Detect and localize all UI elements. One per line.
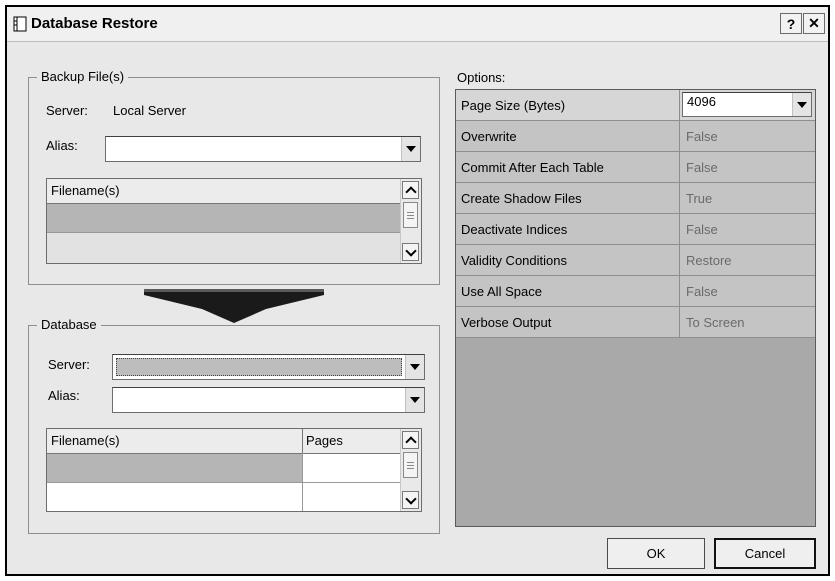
database-server-value bbox=[116, 358, 402, 376]
database-grid-col-pages: Pages bbox=[306, 433, 343, 448]
database-files-grid[interactable]: Filename(s) Pages bbox=[46, 428, 422, 512]
backup-alias-label: Alias: bbox=[46, 138, 78, 153]
scroll-thumb[interactable] bbox=[403, 452, 418, 478]
database-grid-scrollbar[interactable] bbox=[400, 429, 421, 511]
scroll-down-button[interactable] bbox=[402, 491, 419, 509]
backup-grid-row-selected[interactable] bbox=[47, 204, 401, 232]
database-grid-col-filename: Filename(s) bbox=[51, 433, 120, 448]
ok-button[interactable]: OK bbox=[607, 538, 705, 569]
database-grid-cell-filename[interactable] bbox=[47, 483, 302, 511]
database-grid-header: Filename(s) Pages bbox=[47, 429, 401, 454]
backup-server-value: Local Server bbox=[113, 103, 186, 118]
ok-button-label: OK bbox=[646, 546, 666, 561]
database-server-dropdown-button[interactable] bbox=[405, 355, 424, 379]
backup-files-grid[interactable]: Filename(s) bbox=[46, 178, 422, 264]
option-name: Verbose Output bbox=[461, 315, 552, 330]
window-title: Database Restore bbox=[31, 15, 158, 32]
database-alias-dropdown-button[interactable] bbox=[405, 388, 424, 412]
options-label: Options: bbox=[457, 70, 506, 85]
database-server-combo[interactable] bbox=[112, 354, 425, 380]
help-icon: ? bbox=[786, 15, 796, 32]
option-value[interactable]: False bbox=[686, 222, 718, 237]
database-alias-combo[interactable] bbox=[112, 387, 425, 413]
backup-server-label: Server: bbox=[46, 103, 88, 118]
database-grid-cell-filename-selected[interactable] bbox=[47, 454, 302, 482]
database-grid-cell-pages[interactable] bbox=[303, 454, 401, 482]
backup-grid-col-filename: Filename(s) bbox=[51, 183, 120, 198]
chevron-up-icon bbox=[404, 185, 417, 198]
cancel-button-label: Cancel bbox=[744, 546, 786, 561]
option-row[interactable]: Create Shadow Files True bbox=[456, 183, 815, 214]
option-value[interactable]: Restore bbox=[686, 253, 732, 268]
options-grid: Page Size (Bytes) 4096 Overwrite False C… bbox=[455, 89, 816, 527]
backup-grid-row[interactable] bbox=[47, 233, 401, 263]
scroll-down-button[interactable] bbox=[402, 243, 419, 261]
chevron-down-icon bbox=[410, 364, 420, 370]
database-restore-dialog: Database Restore ? ✕ Backup File(s) Serv… bbox=[5, 5, 830, 576]
option-row[interactable]: Commit After Each Table False bbox=[456, 152, 815, 183]
cancel-button[interactable]: Cancel bbox=[714, 538, 816, 569]
option-row[interactable]: Deactivate Indices False bbox=[456, 214, 815, 245]
database-restore-icon bbox=[13, 16, 27, 32]
option-value[interactable]: False bbox=[686, 129, 718, 144]
chevron-down-icon bbox=[410, 397, 420, 403]
option-value[interactable]: False bbox=[686, 160, 718, 175]
scroll-thumb[interactable] bbox=[403, 202, 418, 228]
option-value[interactable]: True bbox=[686, 191, 712, 206]
option-row[interactable]: Overwrite False bbox=[456, 121, 815, 152]
database-alias-label: Alias: bbox=[48, 388, 80, 403]
help-button[interactable]: ? bbox=[780, 13, 802, 34]
close-button[interactable]: ✕ bbox=[803, 13, 825, 34]
backup-alias-combo[interactable] bbox=[105, 136, 421, 162]
option-name: Validity Conditions bbox=[461, 253, 567, 268]
scroll-up-button[interactable] bbox=[402, 431, 419, 449]
option-row[interactable]: Validity Conditions Restore bbox=[456, 245, 815, 276]
chevron-up-icon bbox=[404, 435, 417, 448]
option-row-page-size[interactable]: Page Size (Bytes) 4096 bbox=[456, 90, 815, 121]
option-value[interactable]: To Screen bbox=[686, 315, 745, 330]
chevron-down-icon bbox=[406, 146, 416, 152]
option-row[interactable]: Verbose Output To Screen bbox=[456, 307, 815, 338]
chevron-down-icon bbox=[404, 492, 417, 505]
option-row[interactable]: Use All Space False bbox=[456, 276, 815, 307]
option-name: Create Shadow Files bbox=[461, 191, 582, 206]
option-name: Page Size (Bytes) bbox=[461, 98, 566, 113]
close-icon: ✕ bbox=[808, 15, 820, 31]
option-name: Overwrite bbox=[461, 129, 517, 144]
backup-grid-scrollbar[interactable] bbox=[400, 179, 421, 263]
chevron-down-icon bbox=[404, 244, 417, 257]
backup-files-legend: Backup File(s) bbox=[37, 69, 129, 84]
option-value[interactable]: False bbox=[686, 284, 718, 299]
option-name: Commit After Each Table bbox=[461, 160, 604, 175]
backup-grid-header: Filename(s) bbox=[47, 179, 401, 204]
database-server-label: Server: bbox=[48, 357, 90, 372]
arrow-down-icon bbox=[144, 289, 324, 323]
title-bar: Database Restore ? ✕ bbox=[7, 7, 828, 42]
option-name: Use All Space bbox=[461, 284, 542, 299]
option-name: Deactivate Indices bbox=[461, 222, 568, 237]
page-size-dropdown-button[interactable] bbox=[792, 93, 811, 116]
scroll-up-button[interactable] bbox=[402, 181, 419, 199]
backup-alias-dropdown-button[interactable] bbox=[401, 137, 420, 161]
page-size-value: 4096 bbox=[687, 94, 716, 109]
database-legend: Database bbox=[37, 317, 101, 332]
page-size-combo[interactable]: 4096 bbox=[682, 92, 812, 117]
chevron-down-icon bbox=[797, 101, 807, 108]
